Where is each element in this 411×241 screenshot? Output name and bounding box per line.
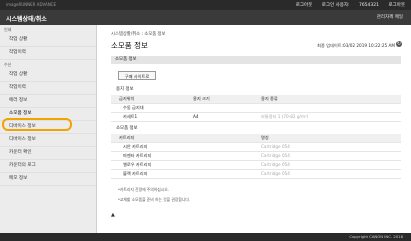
cell-cartridge: 시안 카트리지 (123, 144, 148, 149)
cell-name: Cartridge 054 (261, 144, 290, 149)
paper-table: 급지위치 용지 크기 용지 종류 수동 급지대 카세트1 A4 보통용지 1 (… (111, 95, 401, 122)
cell-name: Cartridge 054 (261, 171, 290, 176)
cell-cartridge: 옐로우 카트리지 (123, 162, 152, 167)
order-site-button[interactable]: 구매 사이트로 (118, 71, 156, 80)
sidebar-item-print-status[interactable]: 작업 상황 (0, 34, 96, 47)
table-row: 마젠타 카트리지 Cartridge 054 (111, 152, 401, 161)
app-title: 시스템상태/취소 (6, 16, 47, 23)
sidebar-item-device-info-2[interactable]: 디바이스 정보 (0, 134, 96, 147)
title-bar: 시스템상태/취소 관리자께 메일 (0, 10, 411, 25)
sidebar-section-receive: 수신 (4, 62, 12, 67)
main-content: 시스템상황/취소 : 소모품 정보 소모품 정보 최종 업데이트:03/02 2… (104, 25, 405, 233)
paper-table-header: 급지위치 용지 크기 용지 종류 (111, 95, 401, 104)
paper-info-header: 용지 정보 (111, 86, 401, 94)
login-user-label: 로그인 사용자: (321, 3, 350, 8)
cartridge-table-header: 카트리지 명칭 (111, 134, 401, 143)
cartridge-info-header: 소모품 정보 (111, 125, 401, 133)
admin-mail-link[interactable]: 관리자께 메일 (377, 14, 403, 20)
sidebar-item-receive-log[interactable]: 작업이력 (0, 82, 96, 95)
logout-button[interactable]: 로그아웃 (388, 3, 405, 8)
copyright: Copyright CANON INC. 2018 (349, 234, 403, 239)
sidebar-item-error-info[interactable]: 에러 정보 (0, 95, 96, 108)
top-bar: imageRUNNER ADVANCE 로그아웃 로그인 사용자: 765432… (0, 0, 411, 10)
sidebar: 인쇄 작업 상황 작업이력 수신 작업 상황 작업이력 에러 정보 소모품 정보… (0, 25, 97, 241)
cell-size: A4 (193, 114, 199, 119)
col-cartridge: 카트리지 (119, 135, 135, 140)
col-type: 용지 종류 (261, 96, 278, 101)
sidebar-item-memo-info[interactable]: 메모 정보 (0, 173, 96, 186)
table-row: 블랙 카트리지 Cartridge 054 (111, 170, 401, 179)
cell-source: 수동 급지대 (123, 105, 144, 110)
back-to-top-icon[interactable]: ▲ (111, 212, 115, 218)
table-row: 카세트1 A4 보통용지 1 (70-82 g/m²) (111, 113, 401, 122)
col-name: 명칭 (261, 135, 269, 140)
cell-name: Cartridge 054 (261, 162, 290, 167)
last-updated: 최종 업데이트:03/02 2019 10:22:25 AM (317, 43, 395, 48)
top-bar-right: 로그아웃 로그인 사용자: 7654321 로그아웃 (288, 2, 405, 8)
table-row: 시안 카트리지 Cartridge 054 (111, 143, 401, 152)
page-title: 소모품 정보 (111, 41, 148, 50)
sidebar-section-print: 인쇄 (4, 27, 12, 32)
cell-name: Cartridge 054 (261, 153, 290, 158)
cell-type: 보통용지 1 (70-82 g/m²) (261, 114, 309, 119)
sidebar-item-print-log[interactable]: 작업이력 (0, 47, 96, 60)
col-size: 용지 크기 (193, 96, 210, 101)
cartridge-table: 카트리지 명칭 시안 카트리지 Cartridge 054 마젠타 카트리지 C… (111, 134, 401, 179)
cell-cartridge: 블랙 카트리지 (123, 171, 148, 176)
refresh-icon[interactable]: ↻ (396, 41, 402, 47)
cell-cartridge: 마젠타 카트리지 (123, 153, 152, 158)
consumables-section-header: 소모품 정보 (111, 56, 401, 64)
col-source: 급지위치 (119, 96, 135, 101)
brand-logo: imageRUNNER ADVANCE (6, 2, 57, 7)
sidebar-item-receive-status[interactable]: 작업 상황 (0, 69, 96, 82)
login-user-id: 7654321 (358, 3, 379, 8)
table-row: 수동 급지대 (111, 104, 401, 113)
app-window: imageRUNNER ADVANCE 로그아웃 로그인 사용자: 765432… (0, 0, 411, 241)
sidebar-item-counter-check[interactable]: 카운터 확인 (0, 147, 96, 160)
breadcrumb[interactable]: 시스템상황/취소 : 소모품 정보 (111, 31, 165, 37)
cell-source: 카세트1 (123, 114, 138, 119)
selection-highlight (2, 118, 72, 131)
footer: Copyright CANON INC. 2018 (0, 233, 411, 241)
sidebar-item-counter-log[interactable]: 카운터의 로그 (0, 160, 96, 173)
note-toner: *카트리지 잔량에 주의하십시오. (118, 187, 169, 192)
note-prepare: *교체할 소모품을 준비 하는 것을 권장합니다. (118, 197, 191, 202)
logout-link[interactable]: 로그아웃 (296, 3, 313, 8)
table-row: 옐로우 카트리지 Cartridge 054 (111, 161, 401, 170)
